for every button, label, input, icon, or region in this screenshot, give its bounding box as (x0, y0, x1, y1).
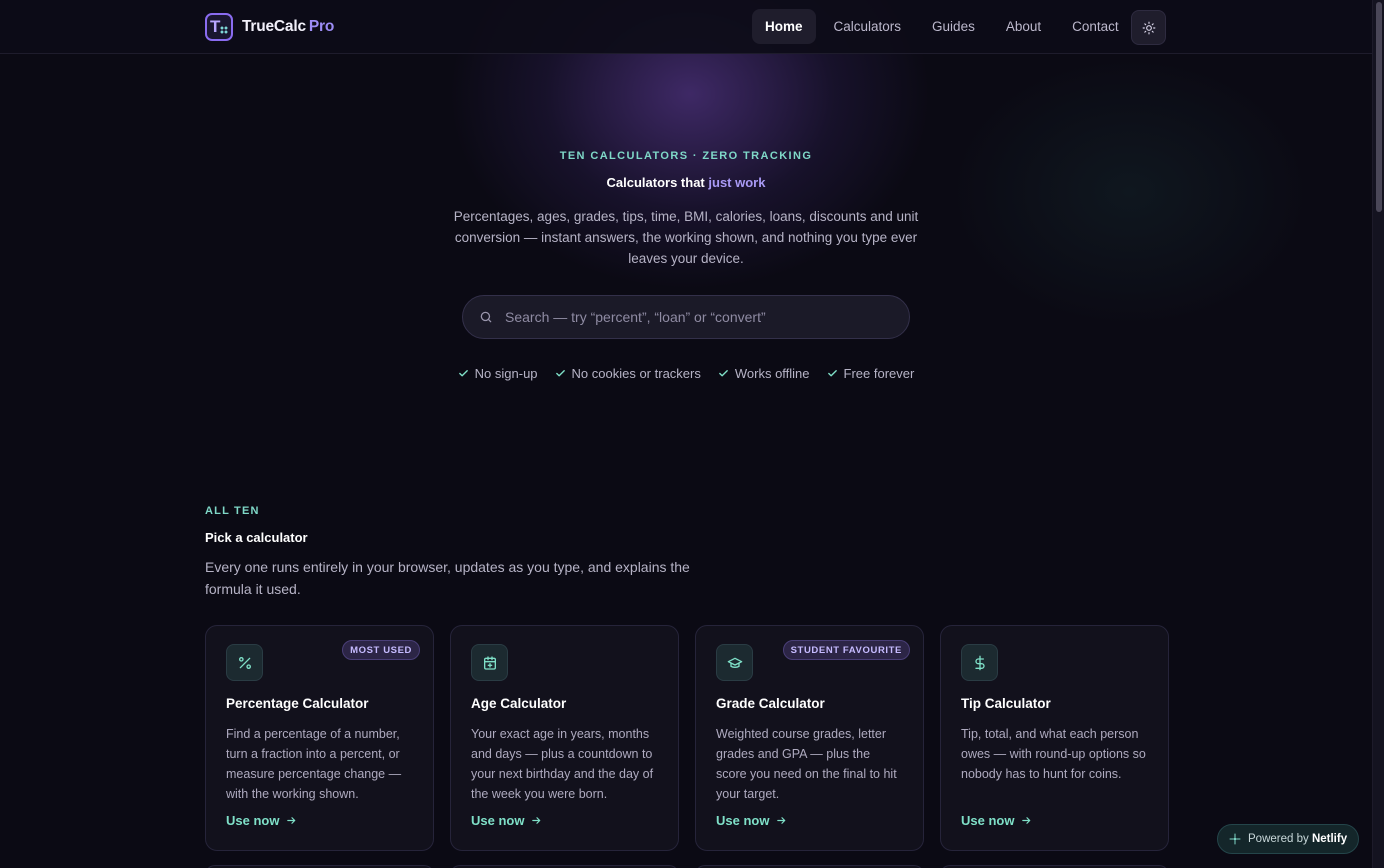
page-scrollbar[interactable] (1372, 0, 1384, 868)
calculator-card-age[interactable]: Age Calculator Your exact age in years, … (450, 625, 679, 851)
netlify-brand: Netlify (1311, 833, 1348, 845)
card-badge: MOST USED (342, 640, 420, 660)
check-icon (458, 370, 468, 377)
section-title: Pick a calculator (205, 530, 308, 545)
perk-item: No cookies or trackers (555, 366, 701, 381)
arrow-right-icon (777, 817, 786, 824)
card-title: Grade Calculator (716, 696, 825, 711)
arrow-right-icon (1022, 817, 1031, 824)
perk-item: Free forever (827, 366, 915, 381)
brand-logo-link[interactable]: T TrueCalc Pro (205, 13, 334, 41)
perk-item: No sign-up (458, 366, 538, 381)
brand-suffix: Pro (308, 18, 335, 35)
netlify-badge[interactable]: Powered by Netlify (1217, 824, 1360, 854)
brand-name: TrueCalc Pro (242, 18, 334, 36)
percent-icon (226, 644, 263, 681)
perks-list: No sign-up No cookies or trackers Works … (0, 366, 1372, 381)
card-description: Tip, total, and what each person owes — … (961, 727, 1146, 781)
hero-title: Calculators that just work (0, 175, 1372, 190)
logo-dots (220, 26, 228, 34)
perk-item: Works offline (718, 366, 810, 381)
calculator-card-grade[interactable]: STUDENT FAVOURITE Grade Calculator Weigh… (695, 625, 924, 851)
card-badge: STUDENT FAVOURITE (782, 640, 910, 660)
dollar-icon (961, 644, 998, 681)
arrow-right-icon (532, 817, 541, 824)
nav-calculators[interactable]: Calculators (821, 9, 915, 44)
nav-contact[interactable]: Contact (1059, 9, 1132, 44)
hero-description: Percentages, ages, grades, tips, time, B… (453, 209, 919, 266)
calculator-grid: MOST USED Percentage Calculator Find a p… (205, 625, 1169, 851)
use-now-link[interactable]: Use now (961, 813, 1032, 828)
scrollbar-thumb[interactable] (1376, 2, 1382, 212)
top-navbar: T TrueCalc Pro Home Calculators Guides Ab… (0, 0, 1372, 54)
nav-guides[interactable]: Guides (919, 9, 988, 44)
brand-name-text: TrueCalc (242, 18, 306, 35)
check-icon (719, 370, 728, 377)
main-nav: Home Calculators Guides About Contact (752, 9, 1132, 44)
sun-icon (1142, 21, 1155, 34)
use-now-link[interactable]: Use now (226, 813, 297, 828)
card-title: Tip Calculator (961, 696, 1051, 711)
section-description: Every one runs entirely in your browser,… (205, 559, 690, 597)
card-title: Percentage Calculator (226, 696, 369, 711)
card-description: Find a percentage of a number, turn a fr… (226, 727, 402, 801)
card-description: Weighted course grades, letter grades an… (716, 727, 897, 801)
calculator-card-tip[interactable]: Tip Calculator Tip, total, and what each… (940, 625, 1169, 851)
calendar-icon (471, 644, 508, 681)
graduation-cap-icon (716, 644, 753, 681)
hero-glow-secondary (880, 40, 1380, 420)
theme-toggle-button[interactable] (1131, 10, 1166, 45)
perk-label: No sign-up (474, 366, 538, 381)
netlify-icon (1229, 833, 1241, 845)
use-now-link[interactable]: Use now (716, 813, 787, 828)
hero-title-lead: Calculators that (606, 175, 705, 190)
search-input[interactable] (505, 309, 885, 325)
perk-label: No cookies or trackers (571, 366, 701, 381)
perk-label: Works offline (734, 366, 810, 381)
search-icon (478, 309, 494, 325)
perk-label: Free forever (843, 366, 915, 381)
use-now-label: Use now (471, 813, 525, 828)
calculator-card-percentage[interactable]: MOST USED Percentage Calculator Find a p… (205, 625, 434, 851)
logo-letter: T (210, 17, 221, 36)
search-box (462, 295, 910, 339)
netlify-label: Powered by Netlify (1248, 833, 1347, 845)
use-now-label: Use now (226, 813, 280, 828)
netlify-prefix: Powered by (1248, 833, 1309, 845)
arrow-right-icon (287, 817, 296, 824)
card-description: Your exact age in years, months and days… (471, 727, 654, 801)
nav-about[interactable]: About (993, 9, 1054, 44)
use-now-link[interactable]: Use now (471, 813, 542, 828)
brand-logo-icon: T (205, 13, 233, 41)
hero-title-accent: just work (708, 175, 766, 190)
check-icon (555, 370, 565, 377)
hero-eyebrow: TEN CALCULATORS · ZERO TRACKING (559, 150, 813, 162)
check-icon (827, 370, 837, 377)
use-now-label: Use now (961, 813, 1015, 828)
section-eyebrow: ALL TEN (205, 505, 260, 517)
nav-home[interactable]: Home (752, 9, 816, 44)
use-now-label: Use now (716, 813, 770, 828)
card-title: Age Calculator (471, 696, 567, 711)
